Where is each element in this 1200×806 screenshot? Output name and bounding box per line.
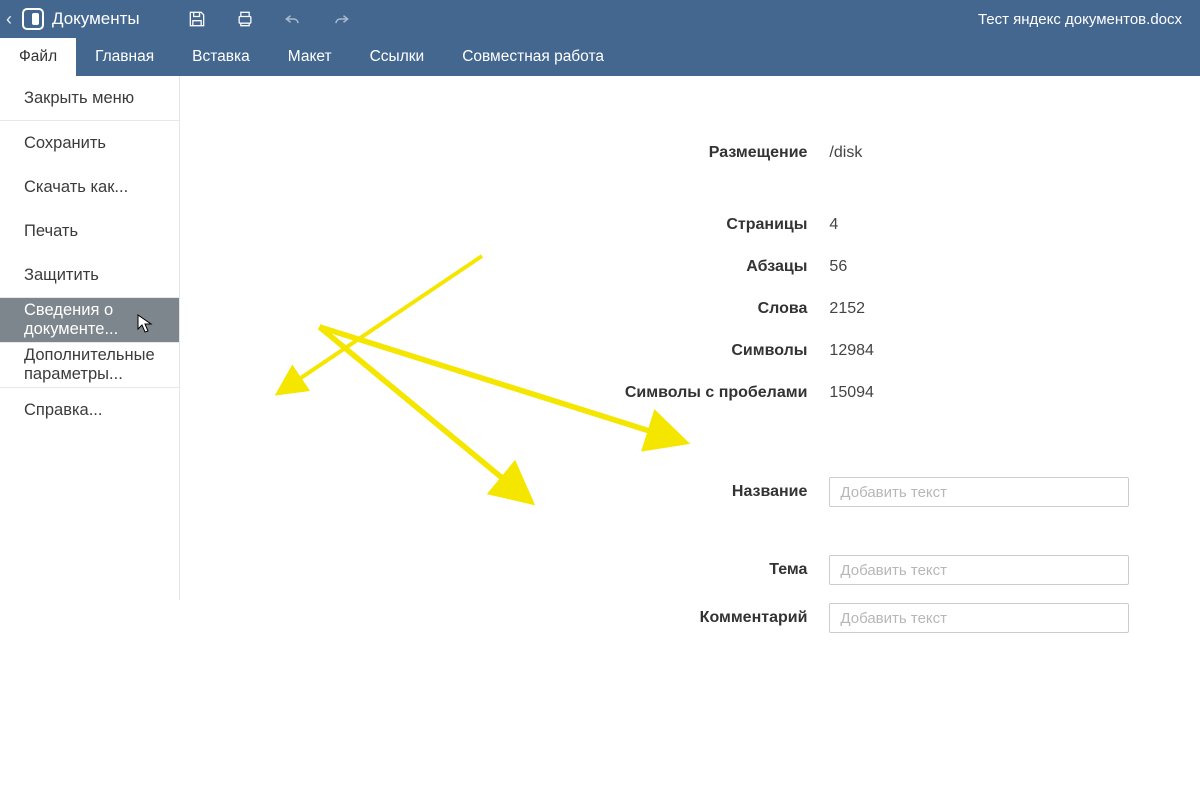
info-value: 12984 [829,342,874,360]
info-row-location: Размещение /disk [180,132,1200,174]
menu-layout[interactable]: Макет [269,38,351,76]
info-row-subject: Тема [180,546,1200,594]
sidebar-save[interactable]: Сохранить [0,121,179,165]
sidebar-download-as[interactable]: Скачать как... [0,165,179,209]
document-name: Тест яндекс документов.docx [978,11,1182,28]
title-input[interactable] [829,477,1129,507]
info-value: 56 [829,258,847,276]
sidebar-item-label: Сведения о документе... [24,301,139,339]
sidebar-protect[interactable]: Защитить [0,253,179,297]
info-row-words: Слова 2152 [180,288,1200,330]
info-editable-section: Название Тема Комментарий [180,468,1200,642]
info-value: 2152 [829,300,865,318]
info-row-chars-spaces: Символы с пробелами 15094 [180,372,1200,414]
info-row-pages: Страницы 4 [180,204,1200,246]
menu-references[interactable]: Ссылки [351,38,444,76]
sidebar-help[interactable]: Справка... [0,388,179,432]
app-title: Документы [52,9,140,29]
info-label: Абзацы [180,258,830,276]
subject-input[interactable] [829,555,1129,585]
info-label: Слова [180,300,830,318]
info-row-paragraphs: Абзацы 56 [180,246,1200,288]
sidebar-print[interactable]: Печать [0,209,179,253]
titlebar: ‹ Документы Тест яндекс документов.docx [0,0,1200,38]
menu-file[interactable]: Файл [0,38,76,76]
info-value: 15094 [829,384,874,402]
app-logo-icon [22,8,44,30]
info-label: Символы с пробелами [180,384,830,402]
info-value: /disk [829,144,862,162]
info-label: Комментарий [180,609,830,627]
sidebar-close-menu[interactable]: Закрыть меню [0,76,179,120]
undo-icon[interactable] [282,8,304,30]
info-row-title: Название [180,468,1200,516]
info-value: 4 [829,216,838,234]
info-label: Название [180,483,830,501]
info-row-chars: Символы 12984 [180,330,1200,372]
menu-home[interactable]: Главная [76,38,173,76]
info-row-comment: Комментарий [180,594,1200,642]
menubar: Файл Главная Вставка Макет Ссылки Совмес… [0,38,1200,76]
save-icon[interactable] [186,8,208,30]
back-icon[interactable]: ‹ [6,10,14,28]
info-label: Символы [180,342,830,360]
print-icon[interactable] [234,8,256,30]
cursor-icon [137,314,153,339]
file-menu-sidebar: Закрыть меню Сохранить Скачать как... Пе… [0,76,180,600]
body: Закрыть меню Сохранить Скачать как... Пе… [0,76,1200,600]
redo-icon[interactable] [330,8,352,30]
menu-insert[interactable]: Вставка [173,38,269,76]
menu-collab[interactable]: Совместная работа [443,38,623,76]
annotation-arrows [180,76,1200,806]
info-label: Тема [180,561,830,579]
sidebar-document-info[interactable]: Сведения о документе... [0,298,179,342]
info-label: Страницы [180,216,830,234]
sidebar-advanced[interactable]: Дополнительные параметры... [0,343,179,387]
comment-input[interactable] [829,603,1129,633]
titlebar-left: ‹ Документы [6,8,140,30]
info-label: Размещение [180,144,830,162]
document-info-panel: Размещение /disk Страницы 4 Абзацы 56 Сл… [180,76,1200,600]
titlebar-tools [186,8,352,30]
